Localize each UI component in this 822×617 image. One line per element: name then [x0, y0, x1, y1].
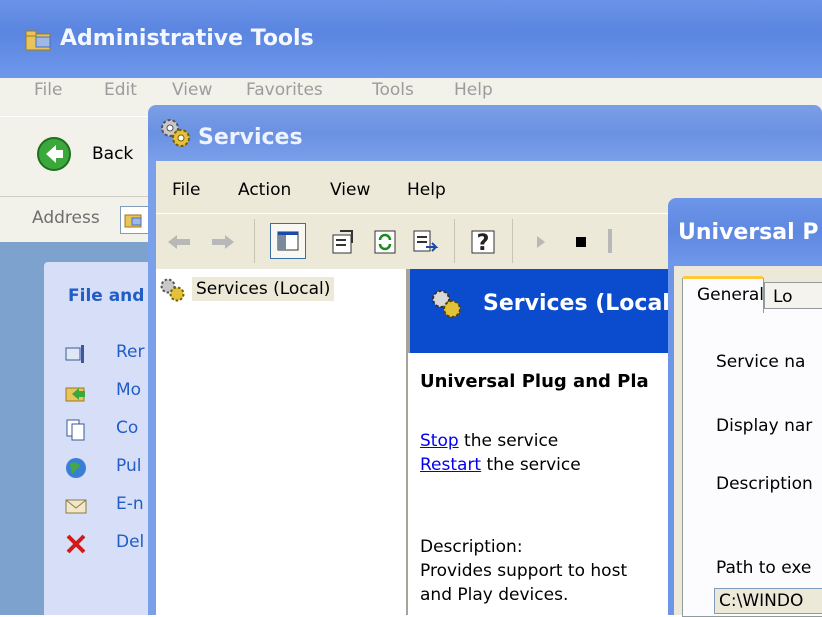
services-local-gears-icon: [160, 278, 185, 302]
toolbar-separator: [454, 219, 455, 263]
admin-menu-tools[interactable]: Tools: [372, 80, 414, 100]
details-header-gears-icon: [432, 290, 461, 318]
services-menu-view[interactable]: View: [330, 180, 370, 200]
back-arrow-icon: [168, 235, 190, 249]
task-rename[interactable]: Rer: [116, 342, 145, 362]
toolbar-separator: [512, 219, 513, 263]
start-service-button[interactable]: [526, 227, 556, 257]
details-header-title: Services (Local: [483, 291, 670, 316]
toolbar-separator: [254, 219, 255, 263]
service-name-label: Service na: [716, 352, 806, 372]
services-window-frame: [148, 161, 156, 615]
back-button[interactable]: [36, 136, 72, 172]
services-window-title: Services: [198, 125, 303, 150]
help-icon: ?: [471, 230, 495, 256]
console-tree-pane: [156, 269, 408, 615]
tree-item-services-local[interactable]: Services (Local): [192, 277, 335, 301]
tab-log-on[interactable]: Lo: [764, 282, 822, 310]
admin-window-title: Administrative Tools: [60, 26, 314, 51]
task-delete[interactable]: Del: [116, 532, 144, 552]
task-email[interactable]: E-n: [116, 494, 144, 514]
services-menu-action[interactable]: Action: [238, 180, 291, 200]
play-icon: [537, 236, 545, 248]
publish-web-icon: [66, 458, 86, 478]
back-arrow-icon: [37, 137, 71, 171]
services-menu-help[interactable]: Help: [407, 180, 446, 200]
restart-service-suffix: the service: [481, 455, 581, 475]
services-gears-icon: [161, 119, 190, 147]
description-line-1: Provides support to host: [420, 561, 628, 581]
display-name-label: Display nar: [716, 416, 813, 436]
properties-dialog-title: Universal P: [678, 220, 819, 245]
copy-icon: [66, 419, 85, 441]
console-tree-icon: [277, 231, 299, 251]
tab-log-on-label: Lo: [773, 287, 793, 307]
properties-icon: [332, 230, 353, 254]
task-publish[interactable]: Pul: [116, 456, 141, 476]
tab-general-label: General: [697, 285, 764, 305]
path-to-executable-field[interactable]: C:\WINDO: [714, 588, 822, 614]
svg-text:?: ?: [477, 231, 490, 256]
back-button-label[interactable]: Back: [92, 144, 133, 164]
stop-service-button[interactable]: [566, 227, 596, 257]
upnp-properties-dialog: Universal P General Lo Service na Displa…: [668, 198, 822, 617]
task-pane-title: File and: [68, 286, 145, 306]
properties-toolbar-button[interactable]: [328, 227, 358, 257]
stop-service-suffix: the service: [458, 431, 559, 451]
admin-tools-folder-icon: [25, 30, 51, 51]
delete-icon: [66, 534, 86, 554]
path-to-executable-label: Path to exe: [716, 558, 812, 578]
show-hide-console-tree-button[interactable]: [270, 223, 306, 259]
email-icon: [65, 499, 87, 514]
description-field-label: Description: [716, 474, 813, 494]
admin-menu-help[interactable]: Help: [454, 80, 493, 100]
refresh-icon: [374, 230, 396, 254]
stop-icon: [576, 237, 586, 247]
export-list-icon: [413, 230, 439, 252]
restart-service-link[interactable]: Restart: [420, 455, 481, 475]
stop-service-line: Stop the service: [420, 431, 558, 451]
admin-menu-view[interactable]: View: [172, 80, 212, 100]
description-line-2: and Play devices.: [420, 585, 569, 605]
refresh-toolbar-button[interactable]: [370, 227, 400, 257]
tab-general[interactable]: General: [682, 276, 764, 313]
forward-arrow-icon: [212, 235, 234, 249]
admin-menu-favorites[interactable]: Favorites: [246, 80, 323, 100]
move-icon: [65, 387, 85, 402]
task-move[interactable]: Mo: [116, 380, 141, 400]
selected-service-name: Universal Plug and Pla: [420, 371, 649, 392]
restart-service-line: Restart the service: [420, 455, 581, 475]
admin-menu-file[interactable]: File: [34, 80, 62, 100]
address-label: Address: [32, 208, 100, 228]
back-toolbar-button[interactable]: [164, 227, 194, 257]
task-copy[interactable]: Co: [116, 418, 138, 438]
file-tasks-pane: [44, 262, 154, 615]
stop-service-link[interactable]: Stop: [420, 431, 459, 451]
admin-menu-edit[interactable]: Edit: [104, 80, 137, 100]
pause-icon[interactable]: [608, 229, 612, 253]
address-folder-icon: [124, 214, 142, 228]
export-list-toolbar-button[interactable]: [410, 227, 440, 257]
services-menu-file[interactable]: File: [172, 180, 200, 200]
help-toolbar-button[interactable]: ?: [468, 227, 498, 257]
description-label: Description:: [420, 537, 523, 557]
rename-icon: [65, 345, 84, 363]
forward-toolbar-button[interactable]: [208, 227, 238, 257]
